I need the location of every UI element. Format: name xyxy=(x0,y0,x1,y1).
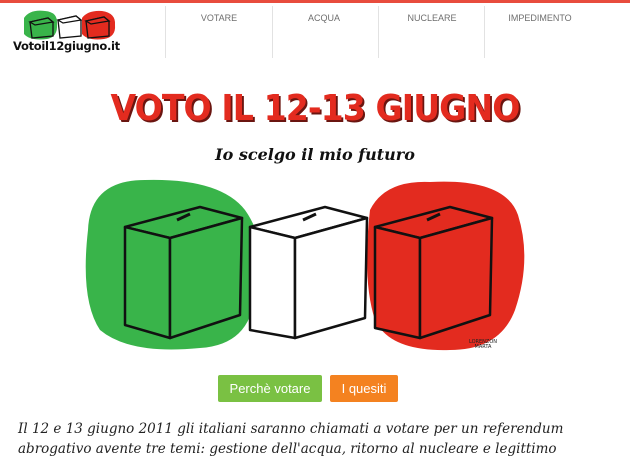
questions-button[interactable]: I quesiti xyxy=(330,375,398,402)
white-ballot-box-icon xyxy=(248,205,369,340)
hero-headline: VOTO IL 12-13 GIUGNO xyxy=(110,88,521,129)
nav-divider xyxy=(378,6,379,58)
nav-item-acqua[interactable]: ACQUA xyxy=(300,13,348,23)
nav-item-votare[interactable]: VOTARE xyxy=(195,13,243,23)
nav-item-impedimento[interactable]: IMPEDIMENTO xyxy=(505,13,575,23)
why-vote-button[interactable]: Perchè votare xyxy=(218,375,322,402)
nav-item-nucleare[interactable]: NUCLEARE xyxy=(402,13,462,23)
hero-tagline: Io scelgo il mio futuro xyxy=(215,145,415,164)
ballot-boxes-illustration xyxy=(85,179,525,351)
navbar: Votoil12giugno.it VOTARE ACQUA NUCLEARE … xyxy=(0,3,630,58)
red-ballot-box-icon xyxy=(373,205,494,340)
nav-divider xyxy=(165,6,166,58)
green-ballot-box-icon xyxy=(123,205,244,340)
logo-text: Votoil12giugno.it xyxy=(13,39,120,53)
nav-divider xyxy=(484,6,485,58)
site-logo[interactable]: Votoil12giugno.it xyxy=(0,6,130,58)
illustration-credit: LORENZON MARTA xyxy=(468,339,498,350)
nav-divider xyxy=(272,6,273,58)
intro-paragraph: Il 12 e 13 giugno 2011 gli italiani sara… xyxy=(18,421,564,457)
